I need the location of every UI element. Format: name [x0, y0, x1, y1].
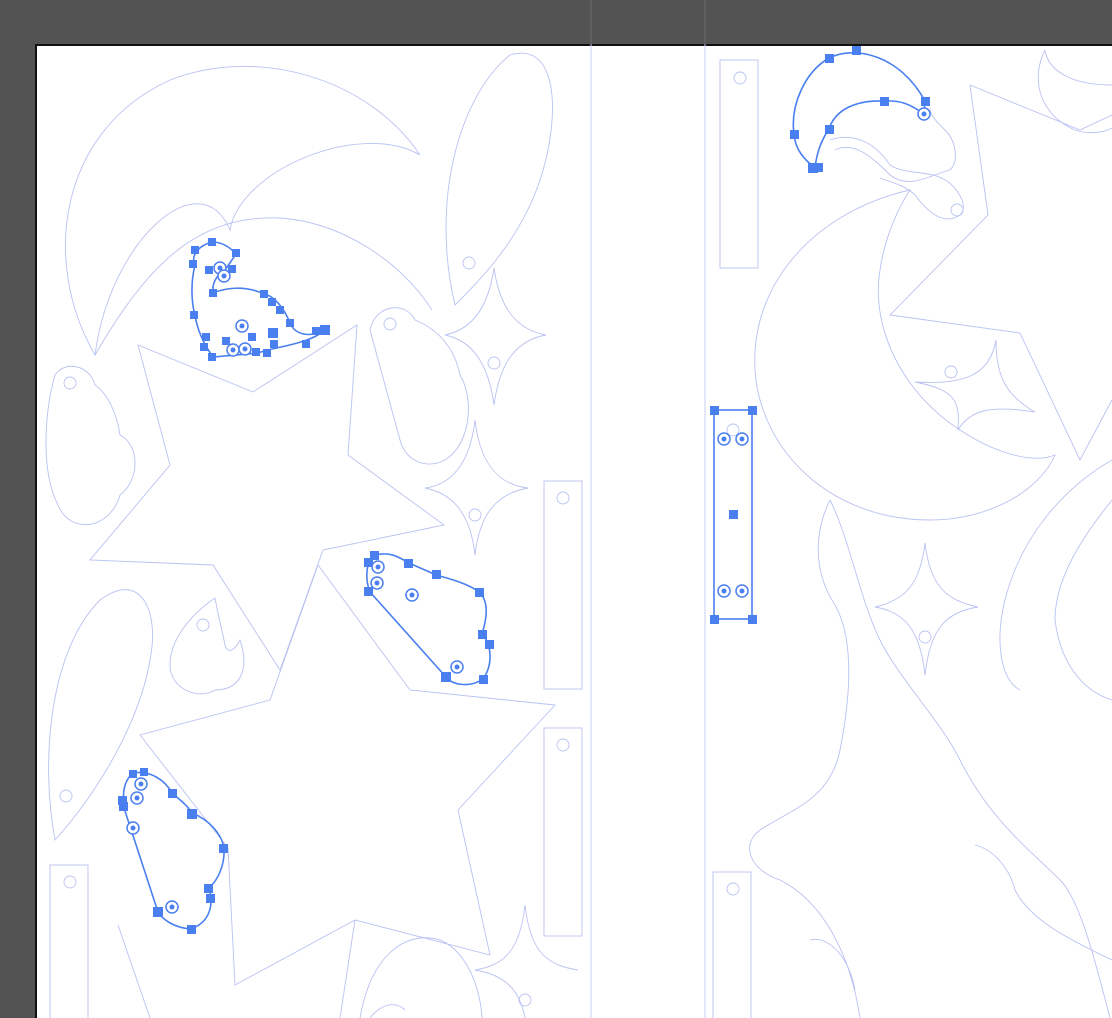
- outline-moon-right[interactable]: [754, 189, 1056, 521]
- left-cloud-piece-lower[interactable]: [118, 768, 228, 934]
- outline-slot-1[interactable]: [543, 480, 583, 690]
- outline-sparkle-2[interactable]: [424, 419, 529, 556]
- left-cloud-piece[interactable]: [364, 551, 494, 686]
- right-moon-piece[interactable]: [790, 46, 931, 173]
- outline-cloud-left[interactable]: [45, 365, 136, 526]
- outline-cloud-middle[interactable]: [369, 307, 469, 465]
- right-slot-rectangle[interactable]: [710, 406, 757, 624]
- outline-star-upper[interactable]: [89, 324, 446, 672]
- outline-slot-2[interactable]: [543, 727, 583, 937]
- outline-big-moon[interactable]: [65, 65, 421, 357]
- unselected-outlines-right: [712, 49, 1112, 1018]
- outline-flame[interactable]: [169, 597, 245, 695]
- outline-slot-right-2[interactable]: [712, 871, 752, 1018]
- outline-sparkle-1[interactable]: [444, 267, 547, 406]
- outline-slot-right-1[interactable]: [719, 59, 759, 269]
- outline-sparkle-3[interactable]: [914, 339, 1036, 431]
- outline-teardrop[interactable]: [445, 52, 553, 306]
- artboard-guides: [590, 0, 706, 1018]
- artwork-canvas[interactable]: [0, 0, 1112, 1018]
- unselected-outlines-left: [45, 52, 583, 1018]
- outline-sparkle-4[interactable]: [874, 542, 979, 676]
- outline-wolf[interactable]: [749, 499, 861, 1018]
- outline-star-right[interactable]: [889, 84, 1112, 462]
- left-moon-piece[interactable]: [189, 238, 330, 361]
